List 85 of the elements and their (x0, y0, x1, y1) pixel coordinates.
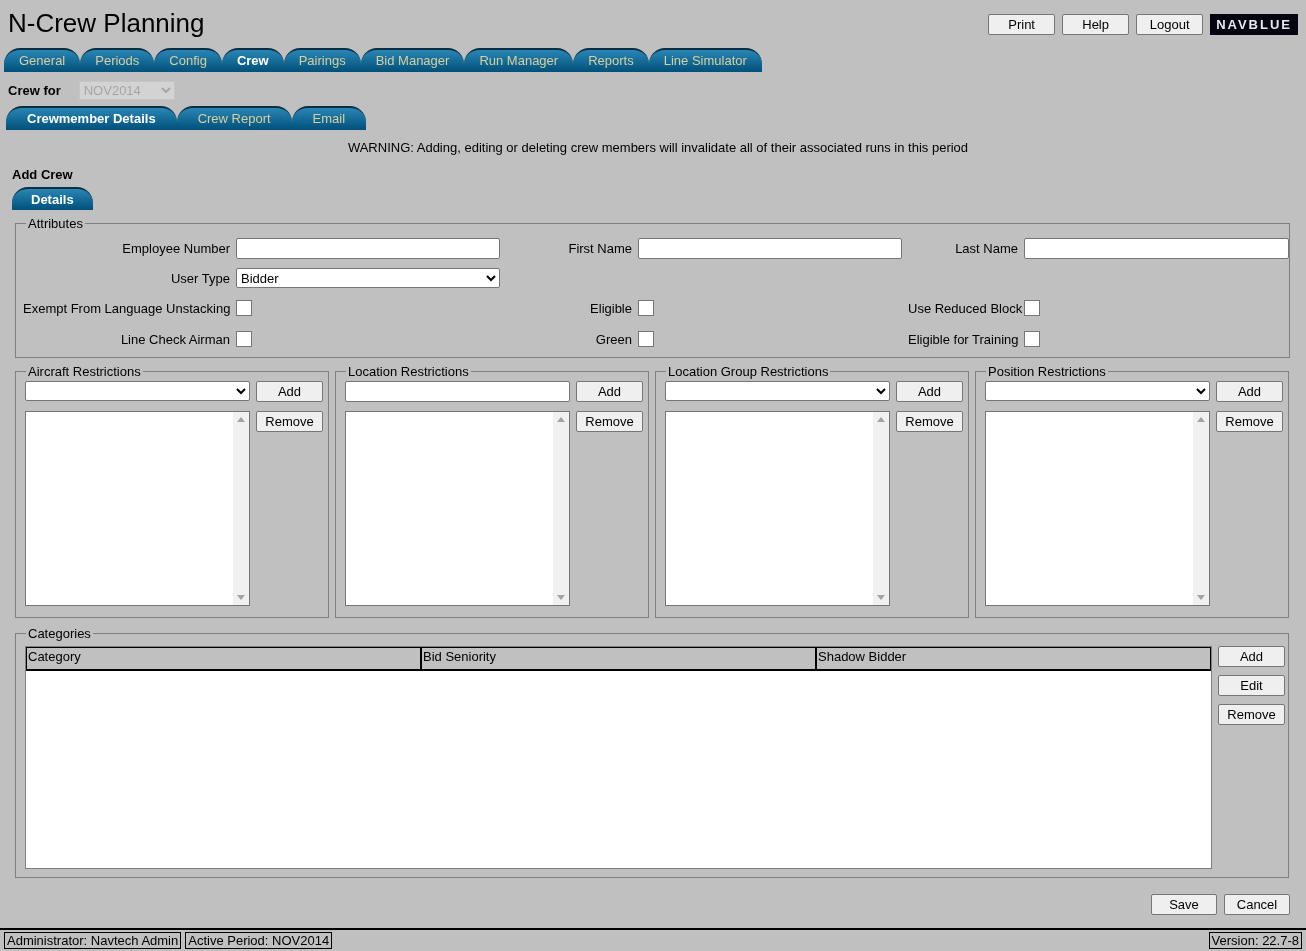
add-button[interactable]: Add (576, 381, 643, 402)
scroll-up-icon[interactable] (1197, 417, 1205, 422)
input-field[interactable] (638, 238, 902, 259)
panel-legend: Categories (26, 626, 93, 641)
checkbox[interactable] (1024, 300, 1040, 316)
field-label: User Type (170, 270, 230, 286)
list-box[interactable] (345, 411, 570, 606)
status-item: Active Period: NOV2014 (185, 932, 333, 949)
column-header[interactable]: Shadow Bidder (816, 647, 1211, 671)
sub-tab[interactable]: Email (291, 106, 367, 130)
category-button[interactable]: Edit (1218, 675, 1285, 696)
nav-tab[interactable]: Crew (221, 48, 284, 72)
nav-tab[interactable]: Line Simulator (648, 48, 762, 72)
header-button[interactable]: Logout (1136, 14, 1204, 35)
app-title: N-Crew Planning (8, 8, 205, 38)
scrollbar[interactable] (553, 412, 569, 605)
panel-legend: Location Restrictions (346, 364, 471, 379)
checkbox-label: Eligible for Training (908, 332, 1018, 347)
logo: NAVBLUE (1210, 14, 1298, 35)
header-button[interactable]: Print (988, 14, 1056, 35)
status-item: Administrator: Navtech Admin (4, 932, 182, 949)
list-box[interactable] (25, 411, 250, 606)
list-box[interactable] (665, 411, 890, 606)
sub-tab[interactable]: Crew Report (176, 106, 292, 130)
nav-tab[interactable]: Bid Manager (360, 48, 465, 72)
nav-tab[interactable]: Reports (573, 48, 649, 72)
scrollbar[interactable] (873, 412, 889, 605)
scroll-up-icon[interactable] (877, 417, 885, 422)
scroll-up-icon[interactable] (557, 417, 565, 422)
header-button[interactable]: Help (1062, 14, 1130, 35)
checkbox[interactable] (236, 331, 252, 347)
checkbox-label: Green (594, 332, 632, 347)
section-title: Add Crew (12, 167, 73, 182)
sub-tab[interactable]: Crewmember Details (6, 106, 177, 130)
remove-button[interactable]: Remove (576, 411, 643, 432)
column-header[interactable]: Category (26, 647, 421, 671)
add-button[interactable]: Add (896, 381, 963, 402)
nav-tab[interactable]: Periods (80, 48, 155, 72)
input-field[interactable] (345, 381, 570, 402)
restriction-select[interactable] (25, 381, 250, 401)
category-button[interactable]: Remove (1218, 704, 1285, 725)
remove-button[interactable]: Remove (1216, 411, 1283, 432)
form-button[interactable]: Cancel (1224, 894, 1290, 915)
checkbox-label: Eligible (589, 301, 632, 316)
warning-message: WARNING: Adding, editing or deleting crew members will invalidate all of their associated runs in this period (347, 140, 969, 155)
scrollbar[interactable] (1193, 412, 1209, 605)
restriction-select[interactable] (985, 381, 1210, 401)
checkbox[interactable] (236, 300, 252, 316)
scroll-down-icon[interactable] (1197, 595, 1205, 600)
field-label: Last Name (954, 241, 1018, 256)
restriction-select[interactable] (665, 381, 890, 401)
add-button[interactable]: Add (256, 381, 323, 402)
panel-legend: Attributes (26, 216, 85, 231)
nav-tab[interactable]: Config (154, 48, 222, 72)
panel-legend: Position Restrictions (986, 364, 1108, 379)
list-box[interactable] (985, 411, 1210, 606)
nav-tab[interactable]: Run Manager (464, 48, 574, 72)
nav-tab[interactable]: General (4, 48, 81, 72)
panel-legend: Aircraft Restrictions (26, 364, 143, 379)
checkbox[interactable] (638, 331, 654, 347)
input-field[interactable] (1024, 238, 1289, 259)
column-header[interactable]: Bid Seniority (421, 647, 816, 671)
crew-for-label: Crew for (8, 82, 61, 98)
remove-button[interactable]: Remove (896, 411, 963, 432)
scroll-down-icon[interactable] (557, 595, 565, 600)
details-tab[interactable]: Details (12, 187, 93, 210)
category-button[interactable]: Add (1218, 646, 1285, 667)
remove-button[interactable]: Remove (256, 411, 323, 432)
add-button[interactable]: Add (1216, 381, 1283, 402)
field-label: First Name (567, 241, 632, 256)
version-label: Version: 22.7-8 (1208, 932, 1302, 949)
scrollbar[interactable] (233, 412, 249, 605)
checkbox[interactable] (638, 300, 654, 316)
field-label: Employee Number (121, 241, 230, 256)
scroll-down-icon[interactable] (877, 595, 885, 600)
user-type-select[interactable]: Bidder (236, 268, 500, 288)
panel-legend: Location Group Restrictions (666, 364, 831, 379)
form-button[interactable]: Save (1151, 894, 1217, 915)
checkbox-label: Line Check Airman (119, 332, 230, 347)
scroll-up-icon[interactable] (237, 417, 245, 422)
checkbox[interactable] (1024, 331, 1040, 347)
scroll-down-icon[interactable] (237, 595, 245, 600)
input-field[interactable] (236, 238, 500, 259)
nav-tab[interactable]: Pairings (283, 48, 361, 72)
checkbox-label: Exempt From Language Unstacking (23, 301, 230, 316)
